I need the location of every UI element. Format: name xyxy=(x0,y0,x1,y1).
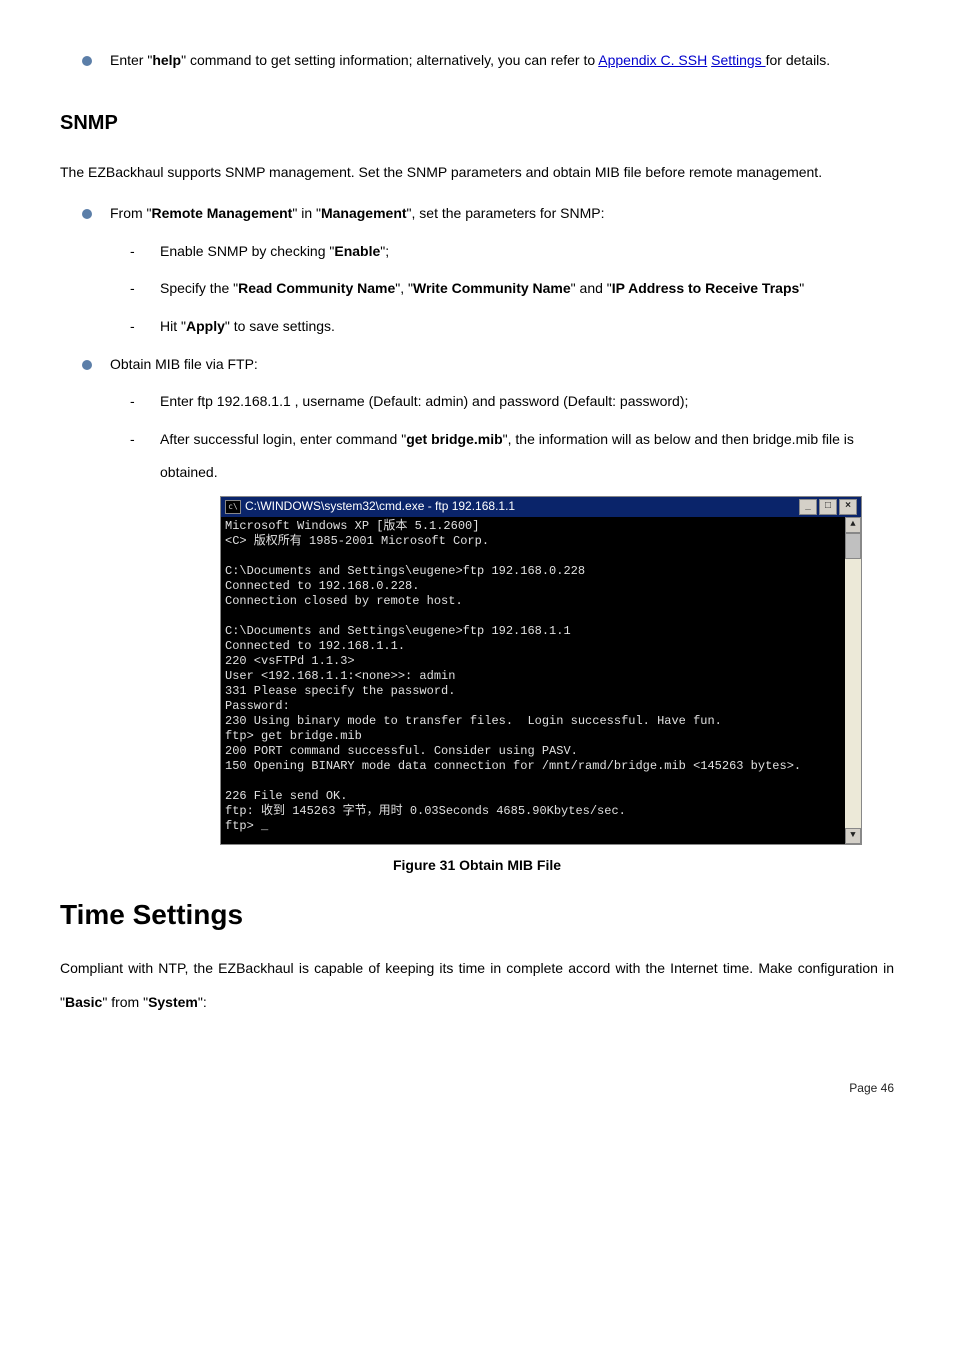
text: Hit " xyxy=(160,318,186,334)
text: From " xyxy=(110,205,152,221)
appendix-link-line2[interactable]: Settings xyxy=(711,52,765,68)
cmd-scrollbar[interactable]: ▲ ▼ xyxy=(845,517,861,844)
cmd-output[interactable]: Microsoft Windows XP [版本 5.1.2600] <C> 版… xyxy=(221,517,845,844)
snmp-bullet2: Obtain MIB file via FTP: xyxy=(110,348,894,382)
text: Enter " xyxy=(110,52,152,68)
dash-enter-ftp: Enter ftp 192.168.1.1 , username (Defaul… xyxy=(160,385,894,419)
text: Specify the " xyxy=(160,280,238,296)
dash-hit-apply: Hit "Apply" to save settings. xyxy=(160,310,894,344)
dash-icon: - xyxy=(130,385,142,419)
text: " in " xyxy=(292,205,321,221)
system-bold: System xyxy=(148,994,198,1010)
bullet-icon xyxy=(82,209,92,219)
text: " to save settings. xyxy=(225,318,335,334)
text: " xyxy=(799,280,804,296)
remote-management-bold: Remote Management xyxy=(152,205,293,221)
scroll-track[interactable] xyxy=(845,559,861,828)
bullet-icon xyxy=(82,56,92,66)
text: "; xyxy=(380,243,389,259)
time-settings-para: Compliant with NTP, the EZBackhaul is ca… xyxy=(60,952,894,1019)
text: for details. xyxy=(766,52,831,68)
text: " command to get setting information; al… xyxy=(181,52,598,68)
text: ", " xyxy=(395,280,413,296)
dash-specify-community: Specify the "Read Community Name", "Writ… xyxy=(160,272,894,306)
page-footer: Page 46 xyxy=(60,1079,894,1097)
scroll-down-button[interactable]: ▼ xyxy=(845,828,861,844)
snmp-bullet1: From "Remote Management" in "Management"… xyxy=(110,197,894,231)
figure-caption: Figure 31 Obtain MIB File xyxy=(60,855,894,876)
basic-bold: Basic xyxy=(65,994,102,1010)
dash-icon: - xyxy=(130,235,142,269)
snmp-intro-para: The EZBackhaul supports SNMP management.… xyxy=(60,156,894,190)
cmd-icon: c\ xyxy=(225,500,241,514)
bullet-icon xyxy=(82,360,92,370)
snmp-heading: SNMP xyxy=(60,108,894,138)
scroll-thumb[interactable] xyxy=(845,533,861,559)
cmd-titlebar[interactable]: c\ C:\WINDOWS\system32\cmd.exe - ftp 192… xyxy=(221,497,861,517)
cmd-title-text: C:\WINDOWS\system32\cmd.exe - ftp 192.16… xyxy=(245,499,799,514)
traps-ip-bold: IP Address to Receive Traps xyxy=(612,280,800,296)
minimize-button[interactable]: _ xyxy=(799,499,817,515)
text: ", set the parameters for SNMP: xyxy=(407,205,605,221)
dash-icon: - xyxy=(130,423,142,457)
text: ": xyxy=(198,994,207,1010)
dash-get-bridge: After successful login, enter command "g… xyxy=(160,423,894,490)
help-cmd: help xyxy=(152,52,181,68)
time-settings-heading: Time Settings xyxy=(60,894,894,936)
scroll-up-button[interactable]: ▲ xyxy=(845,517,861,533)
appendix-link-line1[interactable]: Appendix C. SSH xyxy=(598,52,707,68)
dash-icon: - xyxy=(130,272,142,306)
get-bridge-bold: get bridge.mib xyxy=(406,431,502,447)
apply-bold: Apply xyxy=(186,318,225,334)
enable-bold: Enable xyxy=(334,243,380,259)
text: " from " xyxy=(102,994,148,1010)
read-community-bold: Read Community Name xyxy=(238,280,395,296)
text: After successful login, enter command " xyxy=(160,431,406,447)
dash-enable-snmp: Enable SNMP by checking "Enable"; xyxy=(160,235,894,269)
cmd-window: c\ C:\WINDOWS\system32\cmd.exe - ftp 192… xyxy=(220,496,862,845)
text: Enable SNMP by checking " xyxy=(160,243,334,259)
close-button[interactable]: × xyxy=(839,499,857,515)
maximize-button[interactable]: □ xyxy=(819,499,837,515)
help-bullet-text: Enter "help" command to get setting info… xyxy=(110,44,894,78)
text: " and " xyxy=(571,280,612,296)
dash-icon: - xyxy=(130,310,142,344)
write-community-bold: Write Community Name xyxy=(413,280,571,296)
management-bold: Management xyxy=(321,205,407,221)
